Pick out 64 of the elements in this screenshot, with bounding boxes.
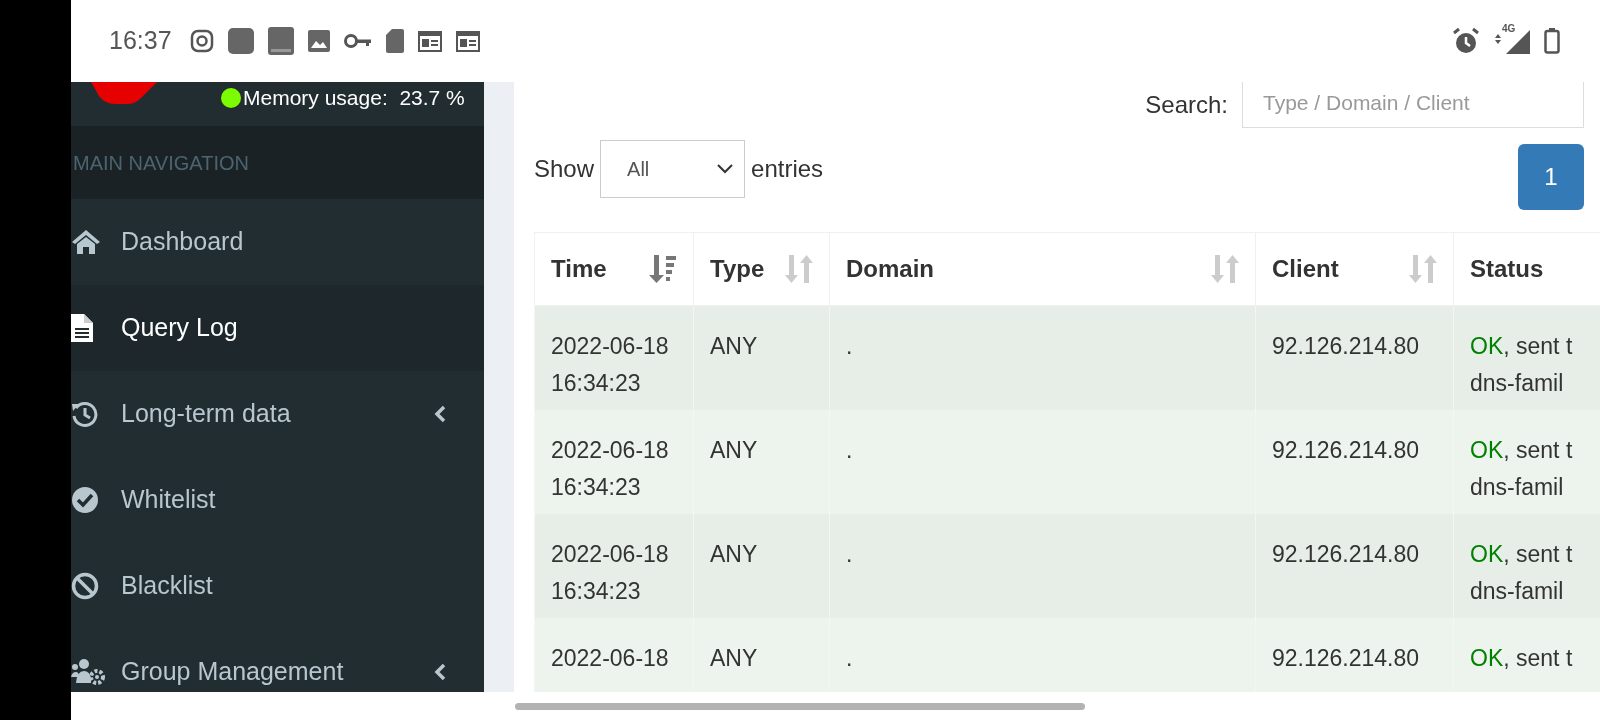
battery-icon bbox=[1544, 28, 1560, 54]
column-header[interactable]: Client bbox=[1272, 251, 1339, 287]
key-icon bbox=[343, 33, 372, 49]
nav-item[interactable]: Whitelist bbox=[71, 457, 484, 543]
type-cell-text: ANY bbox=[710, 332, 759, 361]
status-text: OK, sent t bbox=[1470, 332, 1573, 361]
entries-select[interactable]: All bbox=[600, 140, 746, 198]
logo-drawing bbox=[91, 82, 157, 104]
dropdown-caret-icon bbox=[716, 163, 735, 175]
type-cell-text: ANY bbox=[710, 435, 759, 465]
nav-header: MAIN NAVIGATION bbox=[72, 150, 249, 176]
time-cell-text: 2022-06-18 bbox=[551, 643, 670, 673]
column-header[interactable]: Time bbox=[551, 251, 607, 287]
status-text: OK, sent t bbox=[1470, 435, 1573, 465]
home-icon bbox=[71, 229, 101, 255]
news-icon bbox=[455, 30, 480, 52]
history-icon bbox=[71, 400, 99, 428]
time-cell-text: 2022-06-18 16:34:23 bbox=[551, 539, 670, 606]
client-cell-text: 92.126.214.80 bbox=[1272, 435, 1421, 465]
clock-time: 16:37 bbox=[109, 25, 172, 57]
client-cell-text: 92.126.214.80 bbox=[1272, 539, 1421, 569]
show-label: Show bbox=[534, 154, 595, 184]
nav-item[interactable]: Dashboard bbox=[71, 199, 484, 285]
image-icon bbox=[307, 30, 330, 52]
data-arrows-icon bbox=[1494, 34, 1502, 44]
news-icon bbox=[417, 30, 442, 52]
page-button[interactable]: 1 bbox=[1518, 144, 1584, 210]
domain-cell-text: . bbox=[846, 332, 854, 361]
time-cell-text: 2022-06-18 16:34:23 bbox=[551, 435, 670, 502]
entries-label: entries bbox=[751, 154, 824, 184]
status-text: OK, sent t bbox=[1470, 539, 1573, 569]
search-label: Search: bbox=[1145, 90, 1228, 120]
client-cell-text: 92.126.214.80 bbox=[1272, 332, 1421, 361]
status-detail: dns-famil bbox=[1470, 576, 1564, 606]
nav-item[interactable]: Long-term data bbox=[71, 371, 484, 457]
users-gear-icon bbox=[71, 659, 105, 685]
nav-item[interactable]: Query Log bbox=[71, 285, 484, 371]
cellular-signal-icon bbox=[1506, 30, 1530, 54]
sd-card-icon bbox=[385, 29, 404, 53]
domain-cell-text: . bbox=[846, 435, 854, 465]
memory-usage: Memory usage: 23.7 % bbox=[243, 85, 465, 111]
document-icon bbox=[71, 314, 93, 342]
status-detail: dns-famil bbox=[1470, 369, 1564, 398]
nav-item[interactable]: Group Management bbox=[71, 629, 484, 692]
status-detail: dns-famil bbox=[1470, 472, 1564, 502]
camera-icon bbox=[189, 29, 214, 53]
book-icon bbox=[267, 27, 294, 55]
type-cell-text: ANY bbox=[710, 539, 759, 569]
ban-icon bbox=[71, 572, 99, 600]
app-icon bbox=[227, 28, 254, 54]
alarm-icon bbox=[1452, 27, 1480, 55]
column-header[interactable]: Domain bbox=[846, 251, 934, 287]
search-field[interactable]: Type / Domain / Client bbox=[1242, 82, 1584, 128]
scrollbar-thumb[interactable] bbox=[515, 702, 1085, 710]
status-text: OK, sent t bbox=[1470, 643, 1573, 673]
domain-cell-text: . bbox=[846, 539, 854, 569]
nav-item[interactable]: Blacklist bbox=[71, 543, 484, 629]
client-cell-text: 92.126.214.80 bbox=[1272, 643, 1421, 673]
time-cell-text: 2022-06-18 16:34:23 bbox=[551, 332, 670, 398]
type-cell-text: ANY bbox=[710, 643, 759, 673]
column-header[interactable]: Type bbox=[710, 251, 765, 287]
network-type: 4G bbox=[1502, 23, 1516, 35]
domain-cell-text: . bbox=[846, 643, 854, 673]
status-dot-icon bbox=[221, 88, 241, 108]
